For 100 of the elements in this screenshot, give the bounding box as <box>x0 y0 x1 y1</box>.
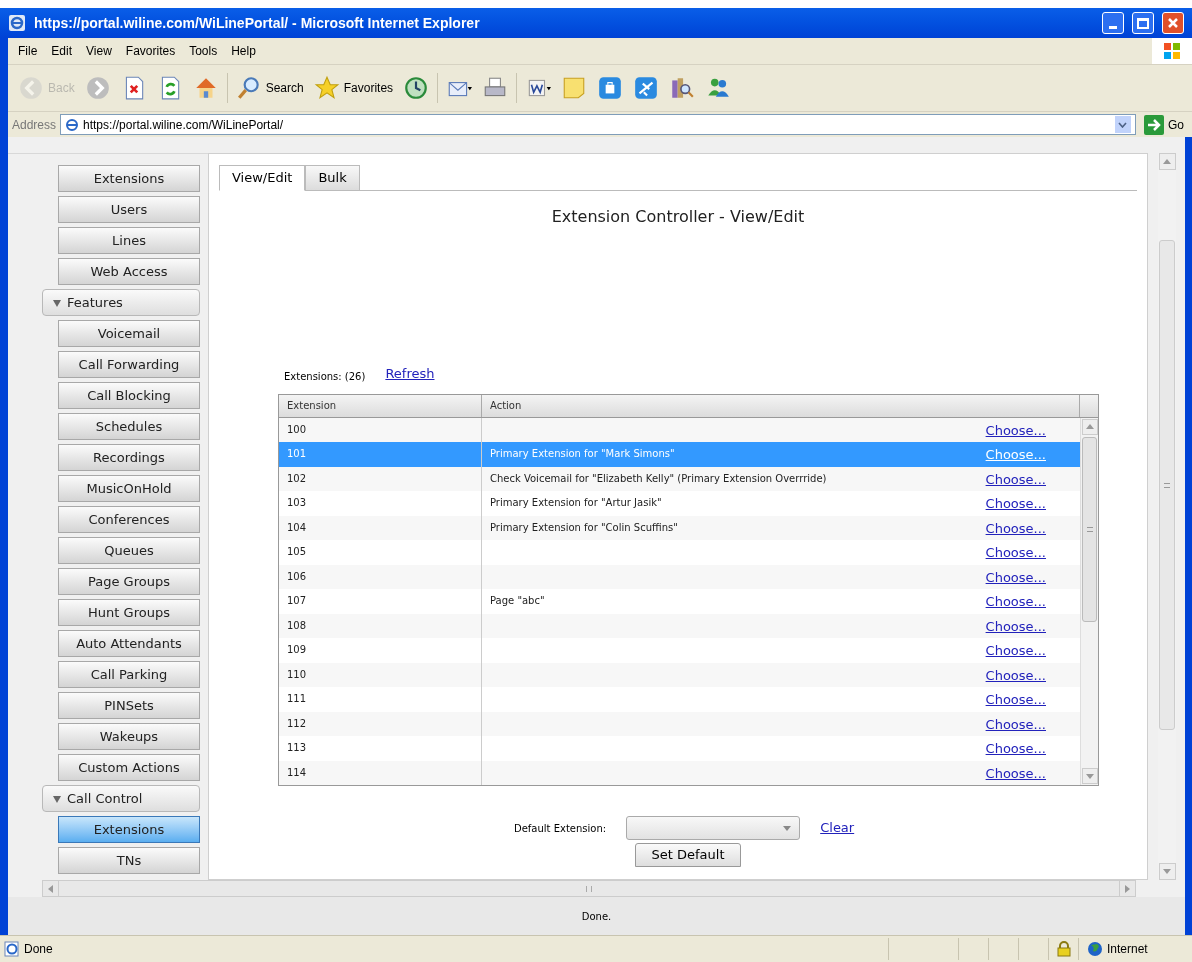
books-icon <box>669 75 696 101</box>
star-icon <box>313 75 340 101</box>
favorites-button[interactable]: Favorites <box>311 70 396 106</box>
lock-icon <box>1056 941 1071 957</box>
choose-link[interactable]: Choose... <box>985 592 1046 614</box>
table-row[interactable]: 106 Choose... <box>279 564 1080 589</box>
tab[interactable]: Bulk <box>305 165 360 191</box>
table-row[interactable]: 112 Choose... <box>279 711 1080 736</box>
choose-link[interactable]: Choose... <box>985 469 1046 491</box>
arrow-left-icon <box>48 884 53 893</box>
sidebar-item[interactable]: Voicemail <box>58 320 200 347</box>
tab[interactable]: View/Edit <box>219 165 306 191</box>
page-icon <box>65 117 80 132</box>
sidebar-item[interactable]: Conferences <box>58 506 200 533</box>
scroll-up-button[interactable] <box>1158 153 1176 170</box>
table-row[interactable]: 100 Choose... <box>279 417 1080 442</box>
horizontal-scrollbar[interactable] <box>42 880 1136 897</box>
plane-icon <box>633 75 660 101</box>
choose-link[interactable]: Choose... <box>985 616 1046 638</box>
page-title: Extension Controller - View/Edit <box>550 206 806 228</box>
table-row[interactable]: 114 Choose... <box>279 760 1080 785</box>
page-scrollbar[interactable] <box>1158 153 1176 880</box>
action-cell-text: Primary Extension for "Colin Scuffins" <box>490 520 678 535</box>
menu-item[interactable]: Tools <box>183 42 224 60</box>
sidebar-item[interactable]: Users <box>58 196 200 223</box>
refresh-link[interactable]: Refresh <box>385 364 435 384</box>
sidebar-item[interactable]: Call Forwarding <box>58 351 200 378</box>
extension-cell: 111 <box>279 687 482 712</box>
caret-down-icon <box>53 794 61 803</box>
sidebar-item[interactable]: Recordings <box>58 444 200 471</box>
sidebar-item[interactable]: TNs <box>58 847 200 874</box>
sidebar-group[interactable]: Features <box>42 289 200 316</box>
column-header[interactable]: Action <box>482 394 1080 417</box>
caret-down-icon <box>53 298 61 307</box>
extension-count: Extensions: (26) <box>284 369 366 384</box>
scroll-down-button[interactable] <box>1081 768 1098 784</box>
table-row[interactable]: 110 Choose... <box>279 662 1080 687</box>
sidebar-item[interactable]: Auto Attendants <box>58 630 200 657</box>
sidebar-item[interactable]: Call Parking <box>58 661 200 688</box>
close-icon <box>1167 17 1179 29</box>
menu-item[interactable]: Edit <box>45 42 79 60</box>
sidebar-item[interactable]: MusicOnHold <box>58 475 200 502</box>
search-button[interactable]: Search <box>233 70 306 106</box>
action-cell-text: Page "abc" <box>490 594 545 608</box>
scroll-down-button[interactable] <box>1158 863 1176 880</box>
choose-link[interactable]: Choose... <box>985 494 1046 516</box>
sidebar-item[interactable]: Extensions <box>58 816 200 843</box>
choose-link[interactable]: Choose... <box>985 690 1046 712</box>
default-extension-select[interactable] <box>626 816 801 840</box>
chevron-down-icon <box>1118 121 1128 128</box>
sidebar-item[interactable]: Extensions <box>58 165 200 192</box>
sidebar-item[interactable]: Hunt Groups <box>58 599 200 626</box>
table-row[interactable]: 102 Check Voicemail for "Elizabeth Kelly" (Primary Extension Overrride) Choose... <box>279 466 1080 491</box>
maximize-button[interactable] <box>1132 12 1154 34</box>
choose-link[interactable]: Choose... <box>985 567 1046 589</box>
sidebar-item[interactable]: Web Access <box>58 258 200 285</box>
go-button[interactable]: Go <box>1140 114 1188 135</box>
extension-cell: 101 <box>279 442 482 467</box>
close-button[interactable] <box>1162 12 1184 34</box>
choose-link[interactable]: Choose... <box>985 420 1046 442</box>
sidebar-item[interactable]: Page Groups <box>58 568 200 595</box>
choose-link[interactable]: Choose... <box>985 641 1046 663</box>
extension-cell: 109 <box>279 638 482 663</box>
sidebar-item[interactable]: Lines <box>58 227 200 254</box>
sidebar-group[interactable]: Call Control <box>42 785 200 812</box>
minimize-button[interactable] <box>1102 12 1124 34</box>
clock-icon <box>403 75 430 101</box>
frame-status: Done. <box>581 909 612 924</box>
choose-link[interactable]: Choose... <box>985 543 1046 565</box>
column-header[interactable]: Extension <box>279 394 482 417</box>
address-field[interactable]: https://portal.wiline.com/WiLinePortal/ <box>60 114 1136 135</box>
scroll-up-button[interactable] <box>1081 418 1098 435</box>
scroll-thumb[interactable] <box>1082 436 1097 622</box>
table-row[interactable]: 108 Choose... <box>279 613 1080 638</box>
choose-link[interactable]: Choose... <box>985 665 1046 687</box>
choose-link[interactable]: Choose... <box>985 739 1046 761</box>
sidebar-item[interactable]: Queues <box>58 537 200 564</box>
extension-cell: 103 <box>279 491 482 516</box>
sidebar-item[interactable]: Call Blocking <box>58 382 200 409</box>
sidebar-item[interactable]: Wakeups <box>58 723 200 750</box>
choose-link[interactable]: Choose... <box>985 763 1046 785</box>
table-row[interactable]: 104 Primary Extension for "Colin Scuffins" Choose... <box>279 515 1080 540</box>
browser-icon <box>8 14 26 32</box>
sidebar-item[interactable]: Custom Actions <box>58 754 200 781</box>
sidebar-item[interactable]: Schedules <box>58 413 200 440</box>
choose-link[interactable]: Choose... <box>985 518 1046 540</box>
menu-item[interactable]: File <box>12 42 44 60</box>
sidebar-item[interactable]: PINSets <box>58 692 200 719</box>
menu-item[interactable]: Favorites <box>119 42 182 60</box>
choose-link[interactable]: Choose... <box>985 714 1046 736</box>
windows-logo <box>1152 38 1192 64</box>
table-scrollbar[interactable] <box>1080 417 1098 785</box>
menu-item[interactable]: View <box>80 42 118 60</box>
window-title: https://portal.wiline.com/WiLinePortal/ - Microsoft Internet Explorer <box>34 13 481 33</box>
scroll-thumb[interactable] <box>1159 240 1175 730</box>
menu-item[interactable]: Help <box>225 42 262 60</box>
set-default-button[interactable]: Set Default <box>635 843 741 867</box>
dropdown-button[interactable] <box>1115 116 1131 133</box>
clear-link[interactable]: Clear <box>820 818 855 838</box>
extension-cell: 113 <box>279 736 482 761</box>
